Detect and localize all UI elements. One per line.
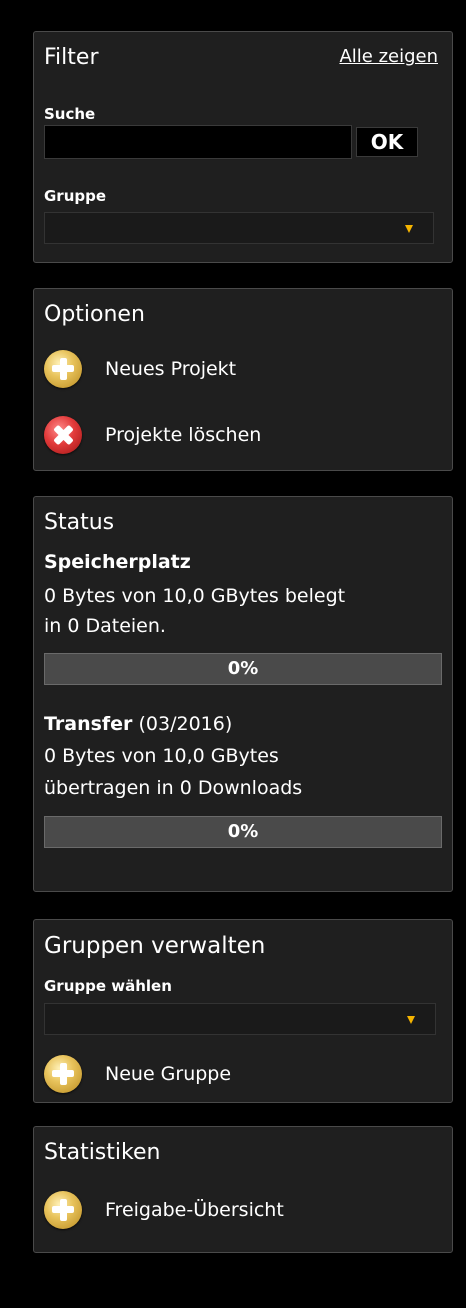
transfer-line2: übertragen in 0 Downloads — [44, 777, 303, 799]
storage-progress-bar: 0% — [44, 653, 442, 685]
groups-panel: Gruppen verwalten Gruppe wählen Neue Gru… — [33, 919, 453, 1103]
statistics-title: Statistiken — [44, 1140, 161, 1165]
plus-circle-icon — [44, 350, 82, 388]
status-panel: Status Speicherplatz 0 Bytes von 10,0 GB… — [33, 496, 453, 892]
show-all-link[interactable]: Alle zeigen — [339, 46, 438, 67]
sidebar: Filter Alle zeigen Suche OK Gruppe Optio… — [33, 31, 453, 1253]
plus-circle-icon — [44, 1055, 82, 1093]
transfer-header: Transfer (03/2016) — [44, 709, 232, 739]
new-project-button[interactable]: Neues Projekt — [44, 350, 236, 388]
group-label: Gruppe — [44, 187, 107, 205]
statistics-panel: Statistiken Freigabe-Übersicht — [33, 1126, 453, 1253]
transfer-progress-label: 0% — [227, 821, 259, 842]
search-label: Suche — [44, 105, 96, 123]
search-input[interactable] — [44, 125, 352, 159]
options-title: Optionen — [44, 302, 145, 327]
status-title: Status — [44, 510, 115, 535]
groups-title: Gruppen verwalten — [44, 933, 266, 959]
caret-down-icon — [405, 225, 413, 233]
x-circle-icon — [44, 416, 82, 454]
storage-progress-label: 0% — [227, 658, 259, 679]
storage-line1: 0 Bytes von 10,0 GBytes belegt — [44, 585, 346, 607]
share-overview-label: Freigabe-Übersicht — [105, 1199, 284, 1221]
storage-line2: in 0 Dateien. — [44, 615, 166, 637]
storage-heading: Speicherplatz — [44, 551, 191, 573]
delete-projects-button[interactable]: Projekte löschen — [44, 416, 261, 454]
new-group-label: Neue Gruppe — [105, 1063, 232, 1085]
new-project-label: Neues Projekt — [105, 358, 237, 380]
filter-title: Filter — [44, 45, 99, 70]
transfer-period: (03/2016) — [138, 713, 233, 735]
group-select-label: Gruppe wählen — [44, 977, 172, 995]
ok-button[interactable]: OK — [356, 127, 418, 157]
manage-group-select[interactable] — [44, 1003, 436, 1035]
filter-panel: Filter Alle zeigen Suche OK Gruppe — [33, 31, 453, 263]
transfer-heading: Transfer — [44, 713, 133, 735]
delete-projects-label: Projekte löschen — [105, 424, 262, 446]
new-group-button[interactable]: Neue Gruppe — [44, 1055, 231, 1093]
transfer-line1: 0 Bytes von 10,0 GBytes — [44, 745, 279, 767]
options-panel: Optionen Neues Projekt Projekte löschen — [33, 288, 453, 471]
caret-down-icon — [407, 1016, 415, 1024]
plus-circle-icon — [44, 1191, 82, 1229]
search-row: OK — [44, 125, 418, 159]
share-overview-button[interactable]: Freigabe-Übersicht — [44, 1191, 284, 1229]
transfer-progress-bar: 0% — [44, 816, 442, 848]
group-select[interactable] — [44, 212, 434, 244]
